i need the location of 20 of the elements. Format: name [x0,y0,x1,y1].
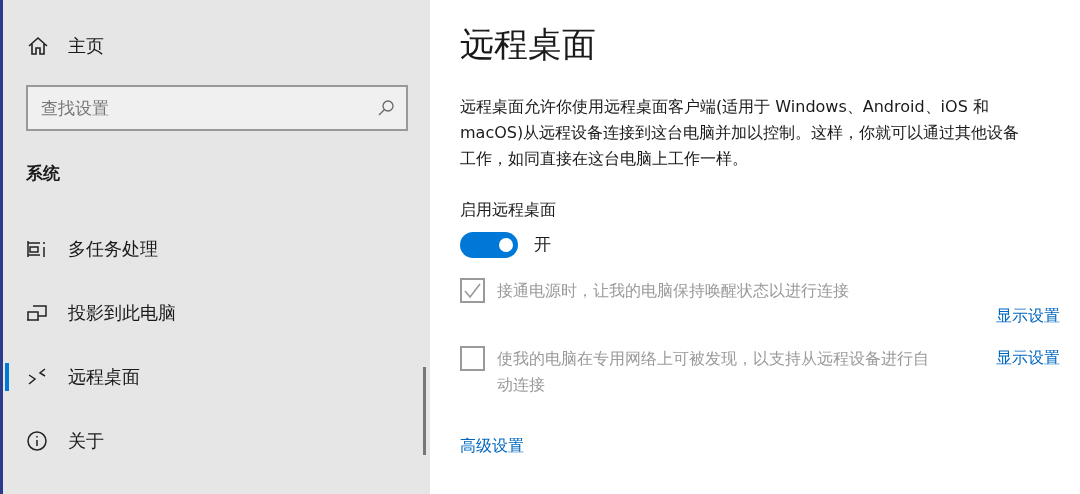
checkbox-label: 使我的电脑在专用网络上可被发现，以支持从远程设备进行自动连接 [497,348,930,396]
section-heading: 系统 [26,162,61,185]
toggle-state: 开 [534,233,551,257]
home-nav-item[interactable]: 主页 [27,32,104,59]
description-text: 远程桌面允许你使用远程桌面客户端(适用于 Windows、Android、iOS 和 macOS)从远程设备连接到这台电脑并加以控制。这样，你就可以通过其他设备工作，如同直接在这台电脑上工作一样。 [460,96,1021,170]
advanced-settings-link[interactable]: 高级设置 [460,434,524,458]
nav-item[interactable]: 多任务处理 [3,236,430,261]
search-field[interactable]: 查找设置 [26,85,408,131]
nav-item[interactable]: 投影到此电脑 [3,300,430,325]
home-icon [27,34,49,57]
page-title: 远程桌面 [460,23,597,66]
scrollbar-icon [423,367,426,455]
checkbox-label: 接通电源时，让我的电脑保持唤醒状态以进行连接 [497,280,850,302]
toggle-label: 启用远程桌面 [460,199,557,221]
nav-item[interactable]: 远程桌面 [3,364,430,389]
remote-icon [26,365,48,388]
search-icon [377,99,395,117]
toggle-switch[interactable] [460,232,518,258]
info-icon [26,429,48,452]
nav-item[interactable]: 关于 [3,428,430,453]
